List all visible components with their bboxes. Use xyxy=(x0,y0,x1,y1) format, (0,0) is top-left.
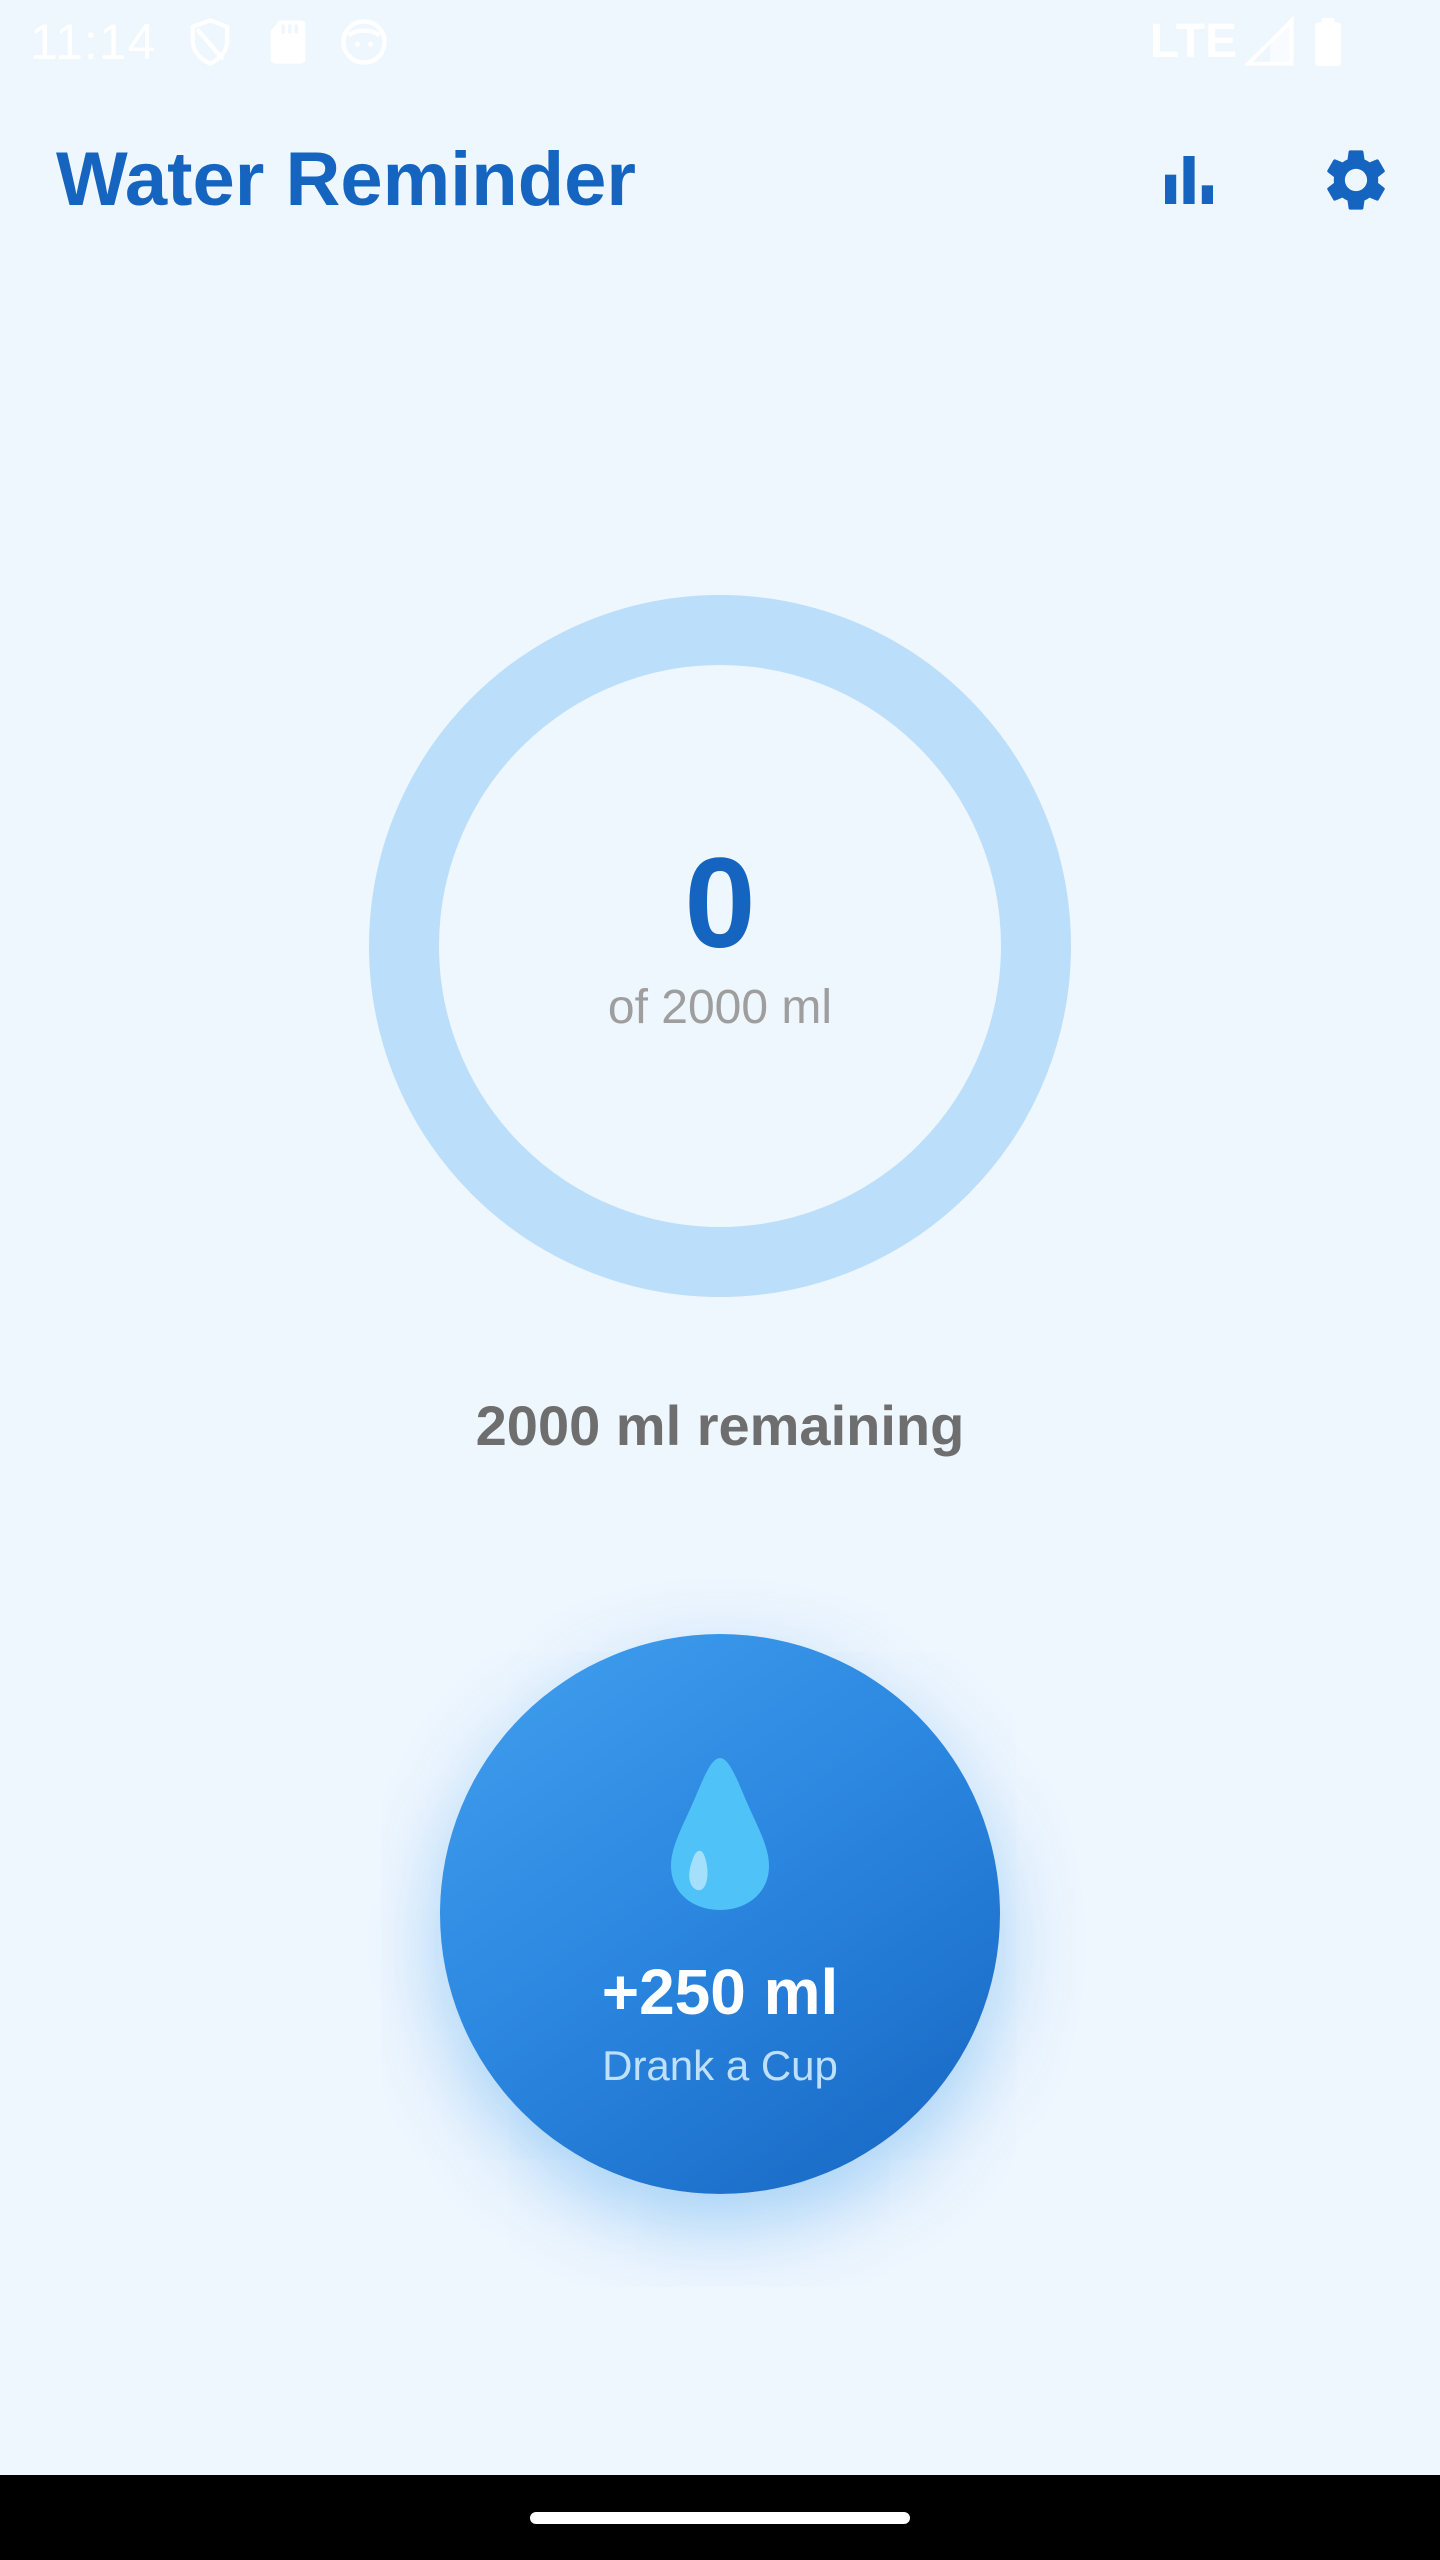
drank-a-cup-button[interactable]: +250 ml Drank a Cup xyxy=(440,1634,1000,2194)
face-icon xyxy=(341,19,387,65)
stats-icon xyxy=(1165,156,1213,204)
progress-ring: 0 of 2000 ml xyxy=(369,595,1071,1297)
status-time: 11:14 xyxy=(30,14,157,70)
current-intake-value: 0 xyxy=(684,832,756,975)
app-title: Water Reminder xyxy=(56,137,636,222)
stats-button[interactable] xyxy=(1134,125,1244,235)
home-gesture-handle[interactable] xyxy=(530,2512,910,2524)
settings-button[interactable] xyxy=(1301,125,1411,235)
shield-icon xyxy=(190,18,230,67)
progress-ring-center: 0 of 2000 ml xyxy=(369,595,1071,1297)
goal-text: of 2000 ml xyxy=(607,981,833,1034)
battery-icon xyxy=(1315,18,1341,66)
navigation-bar xyxy=(0,2475,1440,2560)
network-type: LTE xyxy=(1150,15,1238,68)
remaining-text: 2000 ml remaining xyxy=(475,1394,965,1457)
signal-icon xyxy=(1244,16,1294,66)
water-drop-icon xyxy=(671,1758,769,1910)
water-reminder-screen: 11:14 LTE Water Reminder 0 of 2000 ml 20… xyxy=(0,0,1440,2560)
drink-label: Drank a Cup xyxy=(602,2042,838,2089)
settings-icon xyxy=(1327,150,1385,210)
drink-amount: +250 ml xyxy=(601,1956,839,2028)
sd-card-icon xyxy=(270,20,306,64)
status-bar: 11:14 LTE xyxy=(0,0,1440,84)
